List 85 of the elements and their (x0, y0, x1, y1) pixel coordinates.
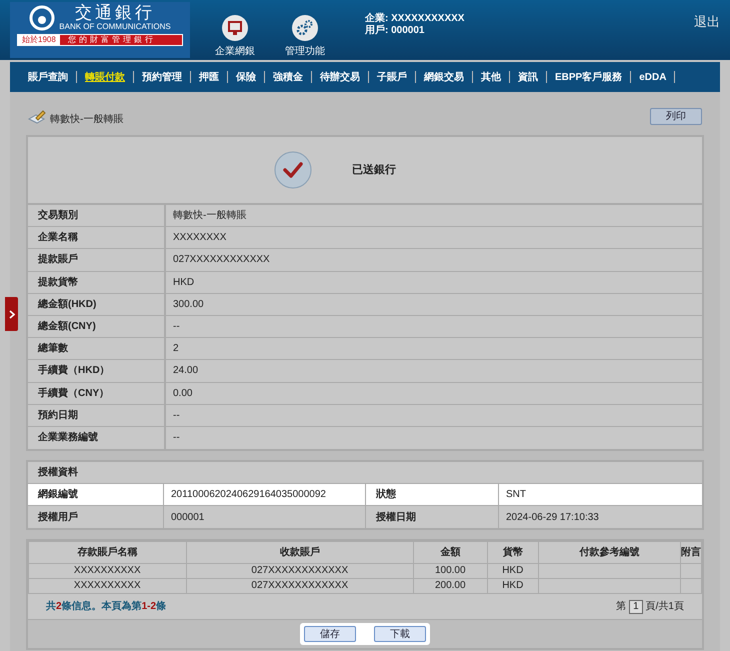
table-cell (680, 564, 702, 579)
action-button[interactable]: 下載 (374, 626, 426, 642)
field-value: 2024-06-29 17:10:33 (505, 510, 600, 525)
field-value: HKD (172, 276, 196, 290)
field-value: -- (172, 320, 181, 334)
menu-tab[interactable]: 押匯 (195, 70, 223, 84)
table-cell: HKD (487, 578, 539, 594)
chevron-right-icon (8, 310, 14, 318)
action-button[interactable]: 儲存 (304, 626, 356, 642)
column-header: 收款賬戶 (186, 542, 414, 564)
bank-name: 交通銀行 (74, 4, 155, 22)
menu-tab[interactable]: 強積金 (269, 70, 307, 84)
field-value: -- (172, 431, 181, 446)
page-title: 轉數快-一般轉賬 (50, 112, 124, 127)
menu-tab[interactable]: eDDA (635, 70, 670, 84)
print-button[interactable]: 列印 (650, 108, 702, 125)
table-cell: 027XXXXXXXXXXXX (186, 564, 414, 579)
field-value: 027XXXXXXXXXXXX (172, 253, 271, 268)
field-value: 2 (172, 342, 180, 356)
table-cell: 200.00 (414, 578, 488, 594)
field-label: 總金額(CNY) (28, 316, 166, 338)
field-label: 狀態 (366, 484, 499, 506)
gears-icon[interactable] (291, 14, 319, 42)
field-value: 0.00 (172, 386, 194, 401)
user-info: 企業: XXXXXXXXXXX (365, 13, 464, 24)
status-text: 已送銀行 (352, 162, 396, 178)
table-cell (680, 578, 702, 594)
field-value: 000001 (164, 506, 366, 528)
field-label: 交易類別 (28, 205, 166, 226)
field-value: 300.00 (172, 298, 205, 312)
field-label: 企業名稱 (28, 227, 166, 248)
logo-emblem-icon (29, 5, 56, 31)
table-cell: 027XXXXXXXXXXXX (186, 578, 414, 594)
field-label: 授權日期 (366, 506, 499, 528)
monitor-icon[interactable] (221, 14, 249, 42)
menu-tab[interactable]: EBPP客戶服務 (551, 70, 626, 84)
pencil-note-icon (28, 108, 46, 124)
table-cell: 100.00 (414, 564, 488, 579)
pager-text: 第 (616, 600, 626, 614)
column-header: 金額 (414, 542, 488, 564)
field-value: -- (172, 408, 181, 423)
menu-tab[interactable]: 保險 (232, 70, 260, 84)
field-label: 總筆數 (28, 338, 166, 360)
menu-tab[interactable]: 預約管理 (138, 70, 186, 84)
column-header: 附言 (680, 542, 702, 564)
field-label: 網銀編號 (28, 484, 164, 506)
field-label: 手續費（CNY） (28, 382, 166, 404)
field-value: XXXXXXXX (172, 231, 228, 246)
since-label: 始於1908 (18, 35, 60, 45)
column-header: 存款賬戶名稱 (28, 542, 186, 564)
check-icon (274, 151, 312, 189)
table-cell: XXXXXXXXXX (28, 564, 186, 579)
slogan-text: 您的財富管理銀行 (66, 35, 156, 45)
column-header: 貨幣 (487, 542, 539, 564)
menu-tab[interactable]: 待辦交易 (316, 70, 364, 84)
bank-name-english: BANK OF COMMUNICATIONS (59, 22, 171, 32)
field-value: SNT (505, 488, 527, 502)
table-cell: XXXXXXXXXX (28, 578, 186, 594)
menu-tab[interactable]: 網銀交易 (420, 70, 468, 84)
menu-tab[interactable]: 賬戶查詢 (24, 70, 72, 84)
field-label: 手續費（HKD） (28, 360, 166, 382)
field-label: 預約日期 (28, 404, 166, 426)
field-value: 轉數快-一般轉賬 (172, 208, 248, 224)
nav-label[interactable]: 管理功能 (285, 44, 325, 59)
field-value: 2011000620240629164035000092 (164, 484, 366, 506)
section-title: 授權資料 (38, 466, 78, 480)
record-summary: 共2條信息。本頁為第1-2條 (46, 600, 166, 614)
column-header: 付款參考編號 (538, 542, 680, 564)
menu-tab[interactable]: 其他 (477, 70, 505, 84)
menu-tab[interactable]: 子賬戶 (373, 70, 411, 84)
logout-link[interactable]: 退出 (694, 12, 720, 32)
table-cell: HKD (487, 564, 539, 579)
menu-tab[interactable]: 轉賬付款 (81, 70, 129, 84)
page-number-field[interactable]: 1 (629, 600, 643, 614)
field-value: 24.00 (172, 364, 200, 378)
field-label: 企業業務編號 (28, 426, 166, 450)
sidebar-toggle[interactable] (5, 297, 18, 331)
user-info: 用戶: 000001 (365, 25, 426, 37)
field-label: 提款貨幣 (28, 272, 166, 293)
pager-text: 頁/共1頁 (646, 600, 684, 614)
field-label: 授權用戶 (28, 506, 164, 528)
field-label: 總金額(HKD) (28, 294, 166, 315)
menu-tab[interactable]: 資訊 (514, 70, 542, 84)
nav-label[interactable]: 企業網銀 (215, 44, 255, 59)
field-label: 提款賬戶 (28, 249, 166, 271)
